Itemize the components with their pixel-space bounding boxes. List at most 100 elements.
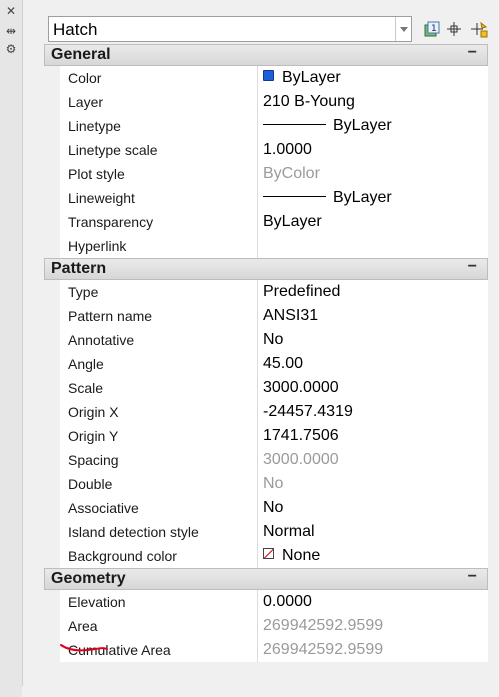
property-value[interactable]: 1741.7506 bbox=[258, 424, 488, 448]
row-gutter bbox=[44, 162, 60, 186]
row-gutter bbox=[44, 210, 60, 234]
property-label: Angle bbox=[60, 352, 258, 376]
general-section: General − Color ByLayer Layer 210 B-Youn… bbox=[44, 44, 488, 258]
property-value[interactable] bbox=[258, 234, 488, 258]
property-value-text: None bbox=[282, 547, 321, 564]
row-gutter bbox=[44, 66, 60, 90]
property-value: 269942592.9599 bbox=[258, 614, 488, 638]
linetype-preview-icon bbox=[263, 124, 326, 125]
property-row-double[interactable]: Double No bbox=[44, 472, 488, 496]
property-row-spacing[interactable]: Spacing 3000.0000 bbox=[44, 448, 488, 472]
svg-text:1: 1 bbox=[431, 24, 437, 34]
chevron-down-icon[interactable] bbox=[395, 17, 411, 41]
property-value-linetype[interactable]: ByLayer bbox=[258, 114, 488, 138]
property-row-cumulative-area[interactable]: Cumulative Area 269942592.9599 bbox=[44, 638, 488, 662]
properties-menu-icon[interactable]: ⚙ bbox=[4, 42, 18, 56]
property-value[interactable]: Normal bbox=[258, 520, 488, 544]
row-gutter bbox=[44, 186, 60, 210]
property-value[interactable]: No bbox=[258, 328, 488, 352]
property-value[interactable]: 210 B-Young bbox=[258, 90, 488, 114]
property-row-associative[interactable]: Associative No bbox=[44, 496, 488, 520]
property-label: Origin X bbox=[60, 400, 258, 424]
property-row-origin-y[interactable]: Origin Y 1741.7506 bbox=[44, 424, 488, 448]
property-label: Linetype bbox=[60, 114, 258, 138]
property-label: Scale bbox=[60, 376, 258, 400]
property-value-background-color[interactable]: None bbox=[258, 544, 488, 568]
property-label: Elevation bbox=[60, 590, 258, 614]
collapse-icon[interactable]: − bbox=[468, 258, 477, 276]
property-row-island-detection-style[interactable]: Island detection style Normal bbox=[44, 520, 488, 544]
property-value[interactable]: 45.00 bbox=[258, 352, 488, 376]
object-type-dropdown[interactable]: Hatch bbox=[48, 16, 412, 42]
quick-select-icon[interactable] bbox=[469, 19, 489, 39]
property-value: 269942592.9599 bbox=[258, 638, 488, 662]
property-row-transparency[interactable]: Transparency ByLayer bbox=[44, 210, 488, 234]
select-objects-icon[interactable] bbox=[444, 19, 464, 39]
property-value-text: ByLayer bbox=[282, 69, 341, 86]
row-gutter bbox=[44, 614, 60, 638]
row-gutter bbox=[44, 472, 60, 496]
properties-panel: General − Color ByLayer Layer 210 B-Youn… bbox=[44, 44, 488, 662]
row-gutter bbox=[44, 90, 60, 114]
geometry-section: Geometry − Elevation 0.0000 Area 2699425… bbox=[44, 568, 488, 662]
property-label: Transparency bbox=[60, 210, 258, 234]
property-label: Hyperlink bbox=[60, 234, 258, 258]
row-gutter bbox=[44, 496, 60, 520]
property-label: Double bbox=[60, 472, 258, 496]
property-row-lineweight[interactable]: Lineweight ByLayer bbox=[44, 186, 488, 210]
general-section-header[interactable]: General − bbox=[44, 44, 488, 66]
property-value[interactable]: 0.0000 bbox=[258, 590, 488, 614]
row-gutter bbox=[44, 590, 60, 614]
row-gutter bbox=[44, 328, 60, 352]
property-row-origin-x[interactable]: Origin X -24457.4319 bbox=[44, 400, 488, 424]
section-title: Pattern bbox=[51, 260, 107, 277]
palette-bottom-edge bbox=[22, 686, 499, 697]
property-value-color[interactable]: ByLayer bbox=[258, 66, 488, 90]
property-value[interactable]: -24457.4319 bbox=[258, 400, 488, 424]
property-label: Annotative bbox=[60, 328, 258, 352]
section-title: Geometry bbox=[51, 570, 126, 587]
row-gutter bbox=[44, 638, 60, 662]
toggle-pickadd-icon[interactable]: 1 bbox=[422, 19, 442, 39]
pattern-section: Pattern − Type Predefined Pattern name A… bbox=[44, 258, 488, 568]
property-value[interactable]: 3000.0000 bbox=[258, 376, 488, 400]
property-value[interactable]: 1.0000 bbox=[258, 138, 488, 162]
selection-toolbar: Hatch 1 bbox=[44, 15, 499, 45]
property-row-hyperlink[interactable]: Hyperlink bbox=[44, 234, 488, 258]
property-label: Associative bbox=[60, 496, 258, 520]
property-row-scale[interactable]: Scale 3000.0000 bbox=[44, 376, 488, 400]
property-row-layer[interactable]: Layer 210 B-Young bbox=[44, 90, 488, 114]
row-gutter bbox=[44, 400, 60, 424]
property-row-area[interactable]: Area 269942592.9599 bbox=[44, 614, 488, 638]
property-row-annotative[interactable]: Annotative No bbox=[44, 328, 488, 352]
property-value[interactable]: No bbox=[258, 496, 488, 520]
property-row-background-color[interactable]: Background color None bbox=[44, 544, 488, 568]
row-gutter bbox=[44, 280, 60, 304]
geometry-section-header[interactable]: Geometry − bbox=[44, 568, 488, 590]
row-gutter bbox=[44, 520, 60, 544]
palette-title-strip: ✕ ⇹ ⚙ bbox=[0, 0, 23, 697]
no-color-swatch-icon bbox=[263, 548, 274, 559]
pattern-section-header[interactable]: Pattern − bbox=[44, 258, 488, 280]
collapse-icon[interactable]: − bbox=[468, 44, 477, 62]
property-label: Linetype scale bbox=[60, 138, 258, 162]
property-row-color[interactable]: Color ByLayer bbox=[44, 66, 488, 90]
property-row-linetype-scale[interactable]: Linetype scale 1.0000 bbox=[44, 138, 488, 162]
property-label: Color bbox=[60, 66, 258, 90]
property-row-elevation[interactable]: Elevation 0.0000 bbox=[44, 590, 488, 614]
property-value[interactable]: ByLayer bbox=[258, 210, 488, 234]
property-row-plot-style[interactable]: Plot style ByColor bbox=[44, 162, 488, 186]
collapse-icon[interactable]: − bbox=[468, 568, 477, 586]
property-value-text: ByLayer bbox=[333, 117, 392, 134]
property-row-angle[interactable]: Angle 45.00 bbox=[44, 352, 488, 376]
property-row-pattern-name[interactable]: Pattern name ANSI31 bbox=[44, 304, 488, 328]
property-row-linetype[interactable]: Linetype ByLayer bbox=[44, 114, 488, 138]
close-icon[interactable]: ✕ bbox=[4, 4, 18, 18]
property-label: Plot style bbox=[60, 162, 258, 186]
property-value-lineweight[interactable]: ByLayer bbox=[258, 186, 488, 210]
auto-hide-icon[interactable]: ⇹ bbox=[4, 24, 18, 38]
property-value[interactable]: ANSI31 bbox=[258, 304, 488, 328]
property-value[interactable]: Predefined bbox=[258, 280, 488, 304]
property-label: Pattern name bbox=[60, 304, 258, 328]
property-row-type[interactable]: Type Predefined bbox=[44, 280, 488, 304]
